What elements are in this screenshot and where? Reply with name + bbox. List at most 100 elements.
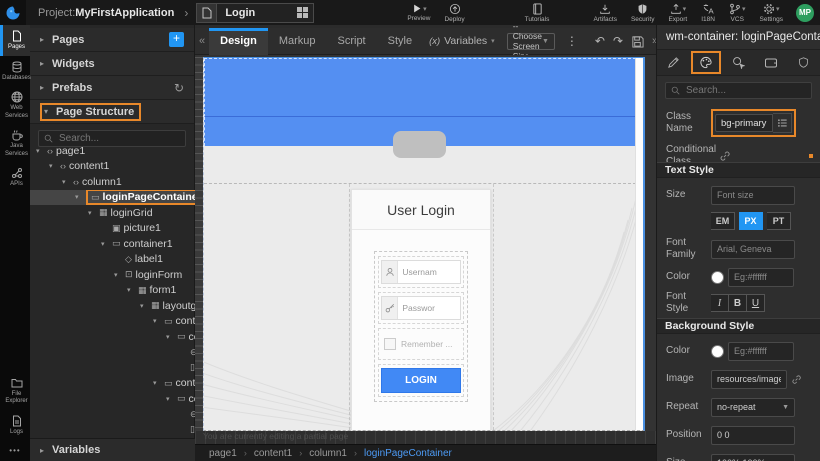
breadcrumb-item[interactable]: content1 — [254, 448, 292, 459]
tree-caret-icon[interactable]: ▾ — [153, 379, 164, 387]
bg-position-input[interactable] — [711, 426, 795, 445]
remember-row[interactable]: Remember ... — [378, 328, 464, 360]
login-card[interactable]: User Login — [351, 189, 491, 431]
password-input[interactable] — [398, 297, 460, 319]
section-tool[interactable]: + — [169, 32, 184, 47]
font-family-input[interactable] — [711, 240, 795, 259]
tab-security[interactable] — [787, 50, 820, 75]
font-style-button[interactable]: U — [747, 294, 765, 312]
password-row[interactable] — [378, 292, 464, 324]
remember-checkbox[interactable] — [384, 338, 396, 350]
vcs-button[interactable]: ▾ VCS — [722, 0, 753, 25]
class-name-input[interactable] — [715, 114, 773, 132]
tree-caret-icon[interactable]: ▾ — [36, 147, 47, 155]
rail-overflow-icon[interactable]: ••• — [0, 440, 30, 461]
breadcrumb-item[interactable]: page1 — [209, 448, 237, 459]
preview-button[interactable]: ▾ Preview — [400, 0, 437, 25]
username-row[interactable] — [378, 256, 464, 288]
unit-button[interactable]: PT — [767, 212, 791, 230]
explorer-section-header[interactable]: ▸ Prefabs ↻ — [30, 76, 194, 100]
bg-size-input[interactable] — [711, 454, 795, 461]
tree-row[interactable]: ⊖ ico — [30, 407, 195, 423]
settings-button[interactable]: ▾ Settings — [753, 0, 791, 25]
tab-styles[interactable] — [690, 50, 723, 75]
section-caret-icon[interactable]: ▸ — [40, 59, 52, 68]
kebab-menu-icon[interactable]: ⋮ — [561, 34, 583, 48]
tree-caret-icon[interactable]: ▾ — [114, 271, 125, 279]
variables-menu-button[interactable]: (x) Variables ▾ — [423, 35, 501, 47]
rail-item-pages[interactable]: Pages — [0, 25, 30, 56]
tree-row[interactable]: ▾ ⊡ loginForm — [30, 267, 195, 283]
export-button[interactable]: ▾ Export — [661, 0, 694, 25]
tree-row[interactable]: ▾ ▭ contain — [30, 376, 195, 392]
wavemaker-logo[interactable] — [0, 0, 26, 25]
explorer-section-header[interactable]: ▸ Pages + — [30, 28, 194, 52]
editor-tab[interactable]: Style — [377, 28, 423, 55]
tree-row[interactable]: ▾ ▭ container1 — [30, 236, 195, 252]
tree-caret-icon[interactable]: ▾ — [140, 302, 151, 310]
rail-item-web-services[interactable]: Web Services — [0, 86, 30, 124]
color-swatch[interactable] — [711, 271, 724, 284]
tutorials-button[interactable]: Tutorials — [518, 0, 557, 25]
tree-row[interactable]: ▾ ▭ contain — [30, 314, 195, 330]
text-style-section-header[interactable]: Text Style — [657, 162, 820, 178]
bg-repeat-select[interactable]: no-repeat ▼ — [711, 398, 795, 417]
color-swatch[interactable] — [711, 345, 724, 358]
username-input[interactable] — [398, 261, 460, 283]
tree-row[interactable]: ▯ j_us — [30, 360, 195, 376]
bg-color-input[interactable] — [728, 342, 794, 361]
deploy-button[interactable]: Deploy — [437, 0, 471, 25]
tree-caret-icon[interactable]: ▾ — [49, 162, 60, 170]
tree-caret-icon[interactable]: ▾ — [88, 209, 99, 217]
chevron-right-icon[interactable]: › — [184, 6, 188, 20]
class-list-icon[interactable] — [773, 113, 792, 133]
tree-caret-icon[interactable]: ▾ — [62, 178, 73, 186]
picture-placeholder[interactable] — [393, 131, 446, 158]
rail-item-logs[interactable]: Logs — [0, 410, 30, 441]
rail-item-file-explorer[interactable]: File Explorer — [0, 372, 30, 410]
canvas-scrollbar[interactable] — [635, 58, 643, 431]
tree-row[interactable]: ▣ picture1 — [30, 221, 195, 237]
security-button[interactable]: Security — [624, 0, 661, 25]
screen-size-select[interactable]: -- Choose Screen Size -- ▼ — [507, 33, 555, 50]
login-button[interactable]: LOGIN — [381, 368, 461, 393]
section-caret-icon[interactable]: ▸ — [40, 83, 52, 92]
page-tab-login[interactable]: Login — [196, 3, 314, 23]
tree-row[interactable]: ▾ ▭ con — [30, 391, 195, 407]
inspector-search-input[interactable] — [684, 84, 806, 97]
dashboard-icon[interactable] — [297, 7, 308, 18]
tree-row[interactable]: ◇ label1 — [30, 252, 195, 268]
font-style-button[interactable]: B — [729, 294, 747, 312]
tree-caret-icon[interactable]: ▾ — [166, 333, 177, 341]
tree-row[interactable]: ▾ ▭ con — [30, 329, 195, 345]
font-style-button[interactable]: I — [711, 294, 729, 312]
rail-item-apis[interactable]: APIs — [0, 162, 30, 193]
redo-icon[interactable]: ↷ — [609, 34, 627, 48]
tree-caret-icon[interactable]: ▾ — [101, 240, 112, 248]
collapse-left-icon[interactable]: « — [195, 35, 209, 47]
tree-caret-icon[interactable]: ▾ — [127, 286, 138, 294]
login-form[interactable]: Remember ... LOGIN — [374, 251, 468, 402]
editor-tab[interactable]: Design — [209, 28, 268, 55]
bind-link-icon[interactable] — [791, 374, 802, 385]
breadcrumb-item[interactable]: column1 — [309, 448, 347, 459]
background-style-section-header[interactable]: Background Style — [657, 318, 820, 334]
section-caret-icon[interactable]: ▾ — [44, 107, 56, 116]
rail-item-java-services[interactable]: Java Services — [0, 124, 30, 162]
tree-caret-icon[interactable]: ▾ — [166, 395, 177, 403]
section-caret-icon[interactable]: ▸ — [40, 35, 52, 44]
rail-item-databases[interactable]: Databases — [0, 56, 30, 87]
font-size-input[interactable] — [711, 186, 795, 205]
section-caret-icon[interactable]: ▸ — [40, 446, 52, 455]
tree-row[interactable]: ▾ ‹› page1 — [30, 143, 195, 159]
tree-caret-icon[interactable]: ▾ — [75, 193, 86, 201]
tree-row[interactable]: ▾ ‹› content1 — [30, 159, 195, 175]
section-tool[interactable]: ↻ — [174, 81, 184, 95]
tab-events[interactable] — [722, 50, 755, 75]
canvas-page[interactable]: User Login — [203, 57, 645, 431]
editor-tab[interactable]: Markup — [268, 28, 327, 55]
variables-section[interactable]: ▸ Variables — [30, 438, 195, 461]
login-page-container-header[interactable] — [204, 58, 636, 117]
editor-tab[interactable]: Script — [327, 28, 377, 55]
tab-properties[interactable] — [657, 50, 690, 75]
